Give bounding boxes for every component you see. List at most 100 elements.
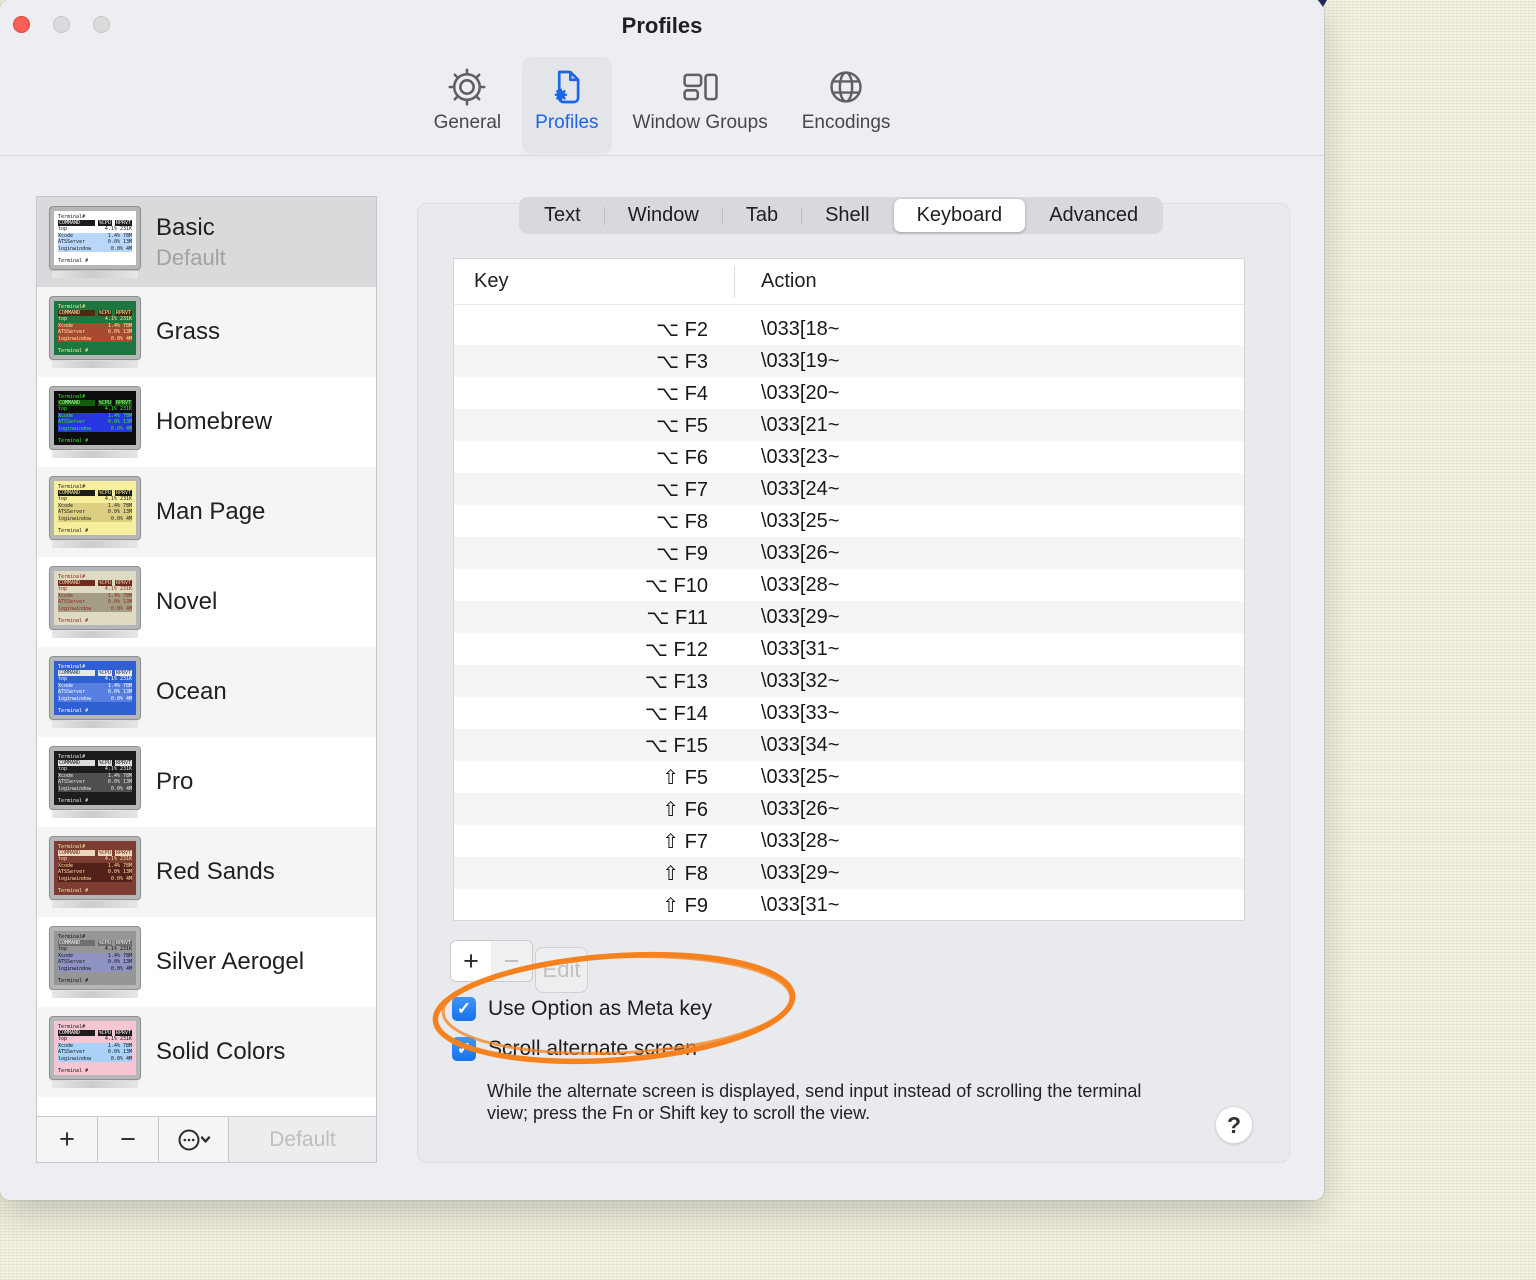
- add-profile-button[interactable]: +: [37, 1117, 98, 1162]
- table-row[interactable]: ⌥ F13 \033[32~: [454, 665, 1244, 697]
- table-row[interactable]: ⌥ F6 \033[23~: [454, 441, 1244, 473]
- help-button[interactable]: ?: [1215, 1106, 1253, 1144]
- profile-row-ocean[interactable]: Terminal# COMMAND %CPU RPRVT top 4.1% 231K Xcod…: [37, 647, 376, 737]
- profile-row-solid-colors[interactable]: Terminal# COMMAND %CPU RPRVT top 4.1% 231K Xcod…: [37, 1007, 376, 1097]
- profile-row-red-sands[interactable]: Terminal# COMMAND %CPU RPRVT top 4.1% 231K Xcod…: [37, 827, 376, 917]
- default-button[interactable]: Default: [229, 1117, 376, 1162]
- column-header-action[interactable]: Action: [734, 270, 817, 293]
- profile-name: Grass: [156, 318, 221, 345]
- profile-document-icon: [547, 65, 587, 109]
- minimize-button[interactable]: [53, 16, 70, 33]
- profile-list-panel: Terminal# COMMAND %CPU RPRVT top 4.1% 231K Xcod…: [36, 196, 377, 1163]
- profile-row-homebrew[interactable]: Terminal# COMMAND %CPU RPRVT top 4.1% 231K Xcod…: [37, 377, 376, 467]
- table-row[interactable]: ⌥ F4 \033[20~: [454, 377, 1244, 409]
- scroll-alternate-screen-checkbox[interactable]: ✓: [452, 1037, 476, 1061]
- profile-list-actions: + − Default: [37, 1116, 376, 1162]
- table-body: ⌥ F2 \033[18~ ⌥ F3 \033[19~ ⌥ F4 \033[20~ ⌥…: [454, 313, 1244, 921]
- profile-thumbnail: Terminal# COMMAND %CPU RPRVT top 4.1% 231K Xcod…: [50, 1016, 140, 1088]
- table-row[interactable]: ⌥ F7 \033[24~: [454, 473, 1244, 505]
- profile-thumbnail: Terminal# COMMAND %CPU RPRVT top 4.1% 231K Xcod…: [50, 296, 140, 368]
- toolbar-item-encodings[interactable]: Encodings: [789, 57, 904, 154]
- add-key-button[interactable]: +: [450, 940, 492, 982]
- table-row[interactable]: ⌥ F9 \033[26~: [454, 537, 1244, 569]
- profile-name: Novel: [156, 588, 218, 615]
- use-option-as-meta-checkbox[interactable]: ✓: [452, 997, 476, 1021]
- table-row[interactable]: ⌥ F14 \033[33~: [454, 697, 1244, 729]
- remove-profile-button[interactable]: −: [98, 1117, 159, 1162]
- gear-icon: [447, 65, 487, 109]
- alternate-screen-description: While the alternate screen is displayed,…: [487, 1081, 1142, 1123]
- circle-ellipsis-icon: [178, 1129, 210, 1150]
- toolbar-item-general[interactable]: General: [421, 57, 515, 154]
- toolbar-divider: [0, 155, 1324, 156]
- tab-window[interactable]: Window: [605, 199, 722, 232]
- profile-thumbnail: Terminal# COMMAND %CPU RPRVT top 4.1% 231K Xcod…: [50, 476, 140, 548]
- profile-name: Man Page: [156, 498, 266, 525]
- scroll-alternate-screen-row: ✓ Scroll alternate screen: [452, 1037, 697, 1061]
- profile-name: Ocean: [156, 678, 227, 705]
- column-header-key[interactable]: Key: [454, 270, 734, 293]
- toolbar-item-profiles[interactable]: Profiles: [522, 57, 612, 154]
- checkmark-icon: ✓: [456, 999, 472, 1018]
- profile-name: Basic: [156, 213, 215, 241]
- profile-row-man-page[interactable]: Terminal# COMMAND %CPU RPRVT top 4.1% 231K Xcod…: [37, 467, 376, 557]
- tab-keyboard[interactable]: Keyboard: [893, 199, 1026, 232]
- profile-name: Solid Colors: [156, 1038, 286, 1065]
- profile-thumbnail: Terminal# COMMAND %CPU RPRVT top 4.1% 231K Xcod…: [50, 656, 140, 728]
- toolbar-item-window-groups[interactable]: Window Groups: [620, 57, 781, 154]
- profile-thumbnail: Terminal# COMMAND %CPU RPRVT top 4.1% 231K Xcod…: [50, 386, 140, 458]
- traffic-lights: [13, 16, 110, 33]
- table-row[interactable]: ⌥ F8 \033[25~: [454, 505, 1244, 537]
- table-row[interactable]: ⌥ F3 \033[19~: [454, 345, 1244, 377]
- table-row[interactable]: ⇧ F8 \033[29~: [454, 857, 1244, 889]
- tab-tab[interactable]: Tab: [723, 199, 801, 232]
- profile-row-basic[interactable]: Terminal# COMMAND %CPU RPRVT top 4.1% 231K Xcod…: [37, 197, 376, 287]
- checkbox-label: Use Option as Meta key: [488, 997, 713, 1020]
- profile-list: Terminal# COMMAND %CPU RPRVT top 4.1% 231K Xcod…: [37, 197, 376, 1116]
- profile-row-silver-aerogel[interactable]: Terminal# COMMAND %CPU RPRVT top 4.1% 231K Xcod…: [37, 917, 376, 1007]
- more-actions-button[interactable]: [159, 1117, 229, 1162]
- tab-advanced[interactable]: Advanced: [1026, 199, 1161, 232]
- window-title: Profiles: [621, 13, 703, 38]
- table-row[interactable]: ⇧ F7 \033[28~: [454, 825, 1244, 857]
- table-row[interactable]: ⌥ F12 \033[31~: [454, 633, 1244, 665]
- table-row[interactable]: ⌥ F5 \033[21~: [454, 409, 1244, 441]
- preferences-window: Profiles General Profiles Window Groups …: [0, 0, 1324, 1200]
- globe-icon: [826, 65, 866, 109]
- tab-shell[interactable]: Shell: [802, 199, 892, 232]
- profile-thumbnail: Terminal# COMMAND %CPU RPRVT top 4.1% 231K Xcod…: [50, 836, 140, 908]
- desktop: { "window": { "title": "Profiles" }, "to…: [0, 0, 1536, 1280]
- table-row[interactable]: ⌥ F15 \033[34~: [454, 729, 1244, 761]
- preferences-toolbar: General Profiles Window Groups Encodings: [0, 48, 1324, 154]
- key-mapping-table: Key Action ⌥ F2 \033[18~ ⌥ F3 \033[19~ ⌥ F…: [453, 258, 1245, 921]
- zoom-button[interactable]: [93, 16, 110, 33]
- profile-thumbnail: Terminal# COMMAND %CPU RPRVT top 4.1% 231K Xcod…: [50, 926, 140, 998]
- profile-name: Pro: [156, 768, 194, 795]
- toolbar-item-label: Window Groups: [632, 112, 768, 133]
- profile-thumbnail: Terminal# COMMAND %CPU RPRVT top 4.1% 231K Xcod…: [50, 206, 140, 278]
- profile-name: Red Sands: [156, 858, 275, 885]
- table-row[interactable]: ⌥ F10 \033[28~: [454, 569, 1244, 601]
- titlebar: Profiles: [0, 0, 1324, 48]
- column-divider[interactable]: [734, 266, 735, 298]
- profile-row-grass[interactable]: Terminal# COMMAND %CPU RPRVT top 4.1% 231K Xcod…: [37, 287, 376, 377]
- checkmark-icon: ✓: [456, 1039, 472, 1058]
- table-row[interactable]: ⇧ F6 \033[26~: [454, 793, 1244, 825]
- edit-key-button[interactable]: Edit: [535, 947, 588, 993]
- toolbar-item-label: Profiles: [535, 112, 599, 133]
- table-row[interactable]: ⇧ F9 \033[31~: [454, 889, 1244, 921]
- toolbar-item-label: Encodings: [801, 112, 891, 133]
- profile-row-pro[interactable]: Terminal# COMMAND %CPU RPRVT top 4.1% 231K Xcod…: [37, 737, 376, 827]
- table-row[interactable]: ⌥ F11 \033[29~: [454, 601, 1244, 633]
- window-groups-icon: [678, 65, 722, 109]
- close-button[interactable]: [13, 16, 30, 33]
- profile-name: Silver Aerogel: [156, 948, 305, 975]
- remove-key-button[interactable]: −: [491, 940, 533, 982]
- table-row[interactable]: ⌥ F2 \033[18~: [454, 313, 1244, 345]
- profile-thumbnail: Terminal# COMMAND %CPU RPRVT top 4.1% 231K Xcod…: [50, 746, 140, 818]
- table-row[interactable]: ⇧ F5 \033[25~: [454, 761, 1244, 793]
- use-option-as-meta-row: ✓ Use Option as Meta key: [452, 997, 712, 1021]
- tab-text[interactable]: Text: [521, 199, 604, 232]
- profile-row-novel[interactable]: Terminal# COMMAND %CPU RPRVT top 4.1% 231K Xcod…: [37, 557, 376, 647]
- profile-tabs: Text Window Tab Shell Keyboard Advanced: [519, 197, 1164, 234]
